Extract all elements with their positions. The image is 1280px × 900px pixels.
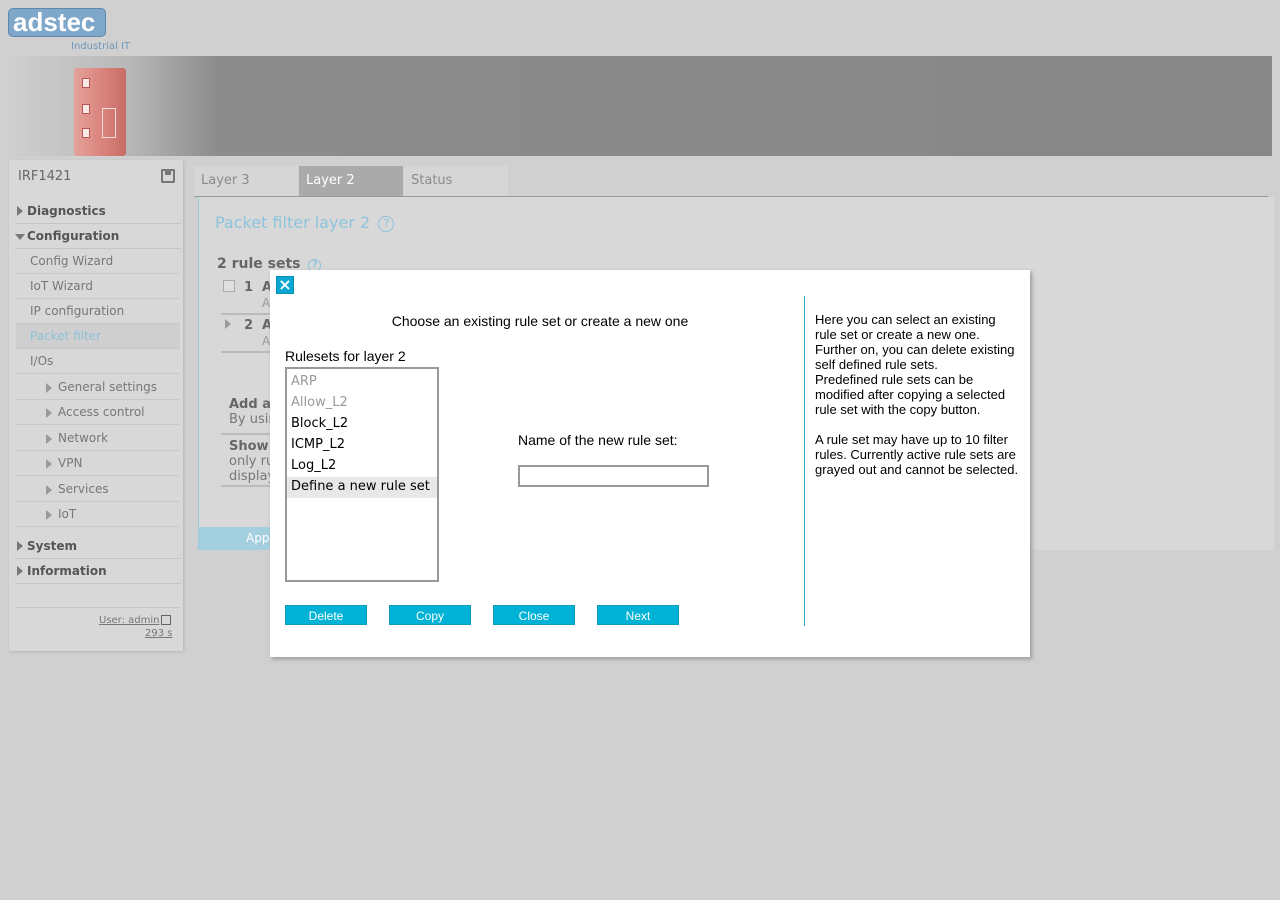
sidebar-item-general-settings[interactable]: General settings (16, 375, 180, 400)
page-title: Packet filter layer 2 ? (215, 213, 395, 232)
user-link[interactable]: User: admin (99, 615, 160, 626)
row-checkbox[interactable] (223, 280, 235, 292)
sidebar-item-network[interactable]: Network (16, 426, 180, 451)
expand-icon (46, 408, 52, 418)
sidebar-item-configuration[interactable]: Configuration (15, 224, 181, 249)
dialog-divider (804, 296, 805, 626)
expand-icon (17, 566, 23, 576)
sidebar-item-ios[interactable]: I/Os (16, 349, 180, 374)
expand-icon (46, 510, 52, 520)
expand-icon (17, 541, 23, 551)
help-icon[interactable]: ? (378, 216, 395, 232)
header-banner (8, 56, 1272, 156)
ruleset-dialog: × Choose an existing rule set or create … (270, 270, 1030, 657)
sidebar-item-information[interactable]: Information (15, 559, 181, 584)
sidebar-item-iot[interactable]: IoT (16, 502, 180, 527)
tab-layer-3[interactable]: Layer 3 (194, 166, 298, 196)
sidebar-item-iot-wizard[interactable]: IoT Wizard (16, 274, 180, 299)
delete-button[interactable]: Delete (285, 605, 367, 625)
expand-icon (225, 319, 231, 329)
new-ruleset-name-label: Name of the new rule set: (518, 432, 678, 448)
session-timer: 293 s (145, 628, 173, 639)
ruleset-option: Allow_L2 (291, 395, 348, 410)
logout-icon[interactable] (161, 615, 171, 625)
ruleset-option[interactable]: Block_L2 (287, 414, 437, 435)
expand-icon (46, 459, 52, 469)
expand-icon (17, 206, 23, 216)
close-icon[interactable]: × (276, 276, 294, 294)
dialog-help-text: Here you can select an existing rule set… (815, 312, 1019, 477)
ruleset-option: ARP (291, 374, 317, 389)
sidebar-item-diagnostics[interactable]: Diagnostics (15, 199, 181, 224)
sidebar-item-config-wizard[interactable]: Config Wizard (16, 249, 180, 274)
brand-tagline: Industrial IT (71, 41, 131, 52)
expand-icon (46, 383, 52, 393)
sidebar-item-packet-filter[interactable]: Packet filter (16, 324, 180, 349)
sidebar-item-system[interactable]: System (15, 534, 181, 559)
device-name: IRF1421 (18, 169, 72, 184)
device-image (74, 68, 126, 156)
tab-layer-2[interactable]: Layer 2 (299, 166, 403, 196)
close-button[interactable]: Close (493, 605, 575, 625)
collapse-icon (15, 234, 25, 240)
copy-button[interactable]: Copy (389, 605, 471, 625)
save-icon[interactable] (161, 169, 175, 183)
ruleset-list-label: Rulesets for layer 2 (285, 348, 406, 364)
sidebar-item-ip-configuration[interactable]: IP configuration (16, 299, 180, 324)
next-button[interactable]: Next (597, 605, 679, 625)
sidebar-item-vpn[interactable]: VPN (16, 451, 180, 476)
ruleset-option[interactable]: ICMP_L2 (287, 435, 437, 456)
sidebar: IRF1421 Diagnostics Configuration Config… (9, 160, 183, 651)
tab-status[interactable]: Status (404, 166, 508, 196)
dialog-heading: Choose an existing rule set or create a … (391, 313, 689, 329)
ruleset-option-new[interactable]: Define a new rule set (287, 477, 437, 498)
expand-icon (46, 434, 52, 444)
new-ruleset-name-input[interactable] (518, 465, 709, 487)
sidebar-item-access-control[interactable]: Access control (16, 400, 180, 425)
sidebar-item-services[interactable]: Services (16, 477, 180, 502)
ruleset-listbox[interactable]: ARP Allow_L2 Block_L2 ICMP_L2 Log_L2 Def… (285, 367, 439, 582)
ruleset-option[interactable]: Log_L2 (287, 456, 437, 477)
apply-button[interactable]: Appl (199, 527, 279, 550)
expand-icon (46, 485, 52, 495)
brand-logo: adstec (8, 8, 106, 37)
